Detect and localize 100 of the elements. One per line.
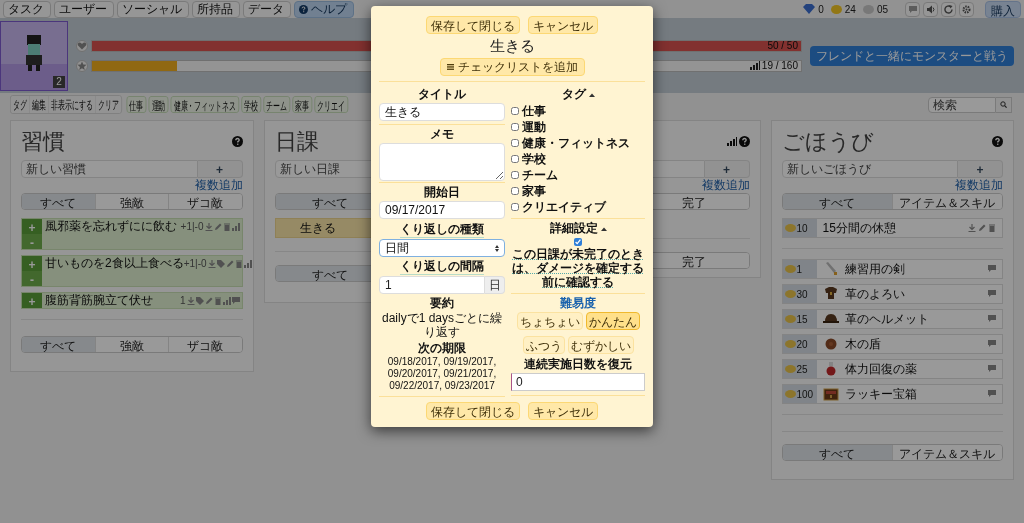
daily-title: 生きる <box>299 220 336 237</box>
repeat-select[interactable]: 日間 <box>379 239 505 257</box>
filter-tab[interactable]: アイテム＆スキル <box>891 445 1002 460</box>
reward-price: 25 <box>796 362 808 377</box>
filter-tab[interactable]: ザコ敵 <box>168 337 242 352</box>
tag-filter-button[interactable]: 仕事 <box>126 96 147 113</box>
tag-checkbox[interactable] <box>511 138 519 147</box>
interval-field[interactable]: 1 <box>379 276 485 294</box>
add-button[interactable]: + <box>197 160 243 178</box>
habit-score: +1|-0 <box>183 259 207 269</box>
save-close-button[interactable]: 保存して閉じる <box>426 16 520 34</box>
menu-button[interactable]: ソーシャル <box>117 0 189 18</box>
habit-score: +1|-0 <box>180 222 204 232</box>
tag-checkbox[interactable] <box>511 122 519 131</box>
coin-icon <box>784 224 796 232</box>
add-button[interactable]: + <box>958 160 1003 178</box>
bulk-add-link[interactable]: 複数追加 <box>955 176 1003 194</box>
field-label: メモ <box>430 127 454 142</box>
reward-title: 革のヘルメット <box>844 311 930 328</box>
comment-icon <box>988 290 996 298</box>
unit-label: 日 <box>485 276 505 294</box>
help-menu-button[interactable]: ヘルプ <box>294 0 354 18</box>
filter-action-button[interactable]: 編集 <box>29 96 49 113</box>
refresh-button[interactable] <box>941 1 956 17</box>
tag-filter-button[interactable]: 健康・フィットネス <box>170 96 240 113</box>
tag-filter-button[interactable]: 家事 <box>292 96 313 113</box>
tag-checkbox[interactable] <box>511 106 519 115</box>
menu-button[interactable]: ユーザー <box>54 0 114 18</box>
difficulty-button[interactable]: ちょちょい <box>516 312 583 330</box>
gear-icon <box>961 4 972 14</box>
party-button[interactable]: フレンドと一緒にモンスターと戦う <box>810 45 1014 66</box>
bulk-add-link[interactable]: 複数追加 <box>194 176 243 194</box>
difficulty-button[interactable]: かんたん <box>585 312 640 330</box>
streak-field[interactable]: 0 <box>511 373 645 391</box>
search-field[interactable]: 検索 <box>928 96 996 113</box>
coin-icon <box>830 4 842 14</box>
filter-action-button[interactable]: クリア <box>95 96 122 113</box>
settings-button[interactable] <box>959 1 974 17</box>
confirm-checkbox[interactable] <box>574 238 582 246</box>
column-title: ごほうび <box>781 127 874 156</box>
pencil-icon <box>213 223 222 231</box>
start-date-field[interactable]: 09/17/2017 <box>379 201 505 219</box>
tag-filter-button[interactable]: チーム <box>263 96 291 113</box>
add-checklist-button[interactable]: チェックリストを追加 <box>439 58 585 76</box>
coin-icon <box>784 315 796 323</box>
signal-bars-icon <box>222 297 231 305</box>
title-field[interactable]: 生きる <box>379 103 505 121</box>
chat-button[interactable] <box>905 1 920 17</box>
tag-checkbox[interactable] <box>511 154 519 163</box>
reward-title: 体力回復の薬 <box>844 361 918 378</box>
filter-tab[interactable]: すべて <box>782 445 892 460</box>
avatar-figure-drawing <box>26 34 42 71</box>
refresh-icon <box>943 4 954 14</box>
token-icon <box>862 4 874 14</box>
tag-label: チーム <box>522 166 558 184</box>
column-title: 習慣 <box>21 127 65 156</box>
new-habit-field[interactable]: 新しい習慣 <box>21 160 198 178</box>
coin-icon <box>784 290 796 298</box>
pencil-icon <box>225 260 234 268</box>
buy-button[interactable]: 購入 <box>985 0 1021 18</box>
reward-price: 10 <box>796 221 808 236</box>
cancel-button[interactable]: キャンセル <box>528 16 598 34</box>
menu-button[interactable]: データ <box>243 0 291 18</box>
level-badge: 2 <box>53 75 65 88</box>
trash-icon <box>213 297 222 305</box>
tag-filter-button[interactable]: 学校 <box>241 96 262 113</box>
section-heading: 詳細設定 <box>549 221 598 236</box>
gem-count: 0 <box>818 2 824 17</box>
tag-checkbox[interactable] <box>511 186 519 195</box>
list-icon <box>446 64 454 70</box>
filter-tab[interactable]: アイテム＆スキル <box>891 194 1002 209</box>
tag-checkbox[interactable] <box>511 202 519 211</box>
cancel-button[interactable]: キャンセル <box>528 402 598 420</box>
save-close-button[interactable]: 保存して閉じる <box>426 402 520 420</box>
filter-tab[interactable]: すべて <box>22 337 95 352</box>
difficulty-button[interactable]: ふつう <box>522 336 565 354</box>
notes-field[interactable] <box>379 143 505 181</box>
select-arrows-icon <box>495 244 499 252</box>
difficulty-button[interactable]: むずかしい <box>567 336 634 354</box>
filter-action-button[interactable]: 非表示にする <box>48 96 96 113</box>
filter-action-button[interactable]: タグ <box>10 96 30 113</box>
next-due-dates: 09/18/2017, 09/19/2017, 09/20/2017, 09/21/2017, 09/22/2017, 09/23/2017 <box>386 356 498 392</box>
add-button[interactable]: + <box>704 160 750 178</box>
menu-button[interactable]: 所持品 <box>192 0 240 18</box>
menu-button[interactable]: タスク <box>3 0 51 18</box>
tag-checkbox[interactable] <box>511 170 519 179</box>
coin-icon <box>784 390 796 398</box>
field-label: 要約 <box>430 296 454 311</box>
habit-title: 腹筋背筋腕立て伏せ <box>45 293 153 308</box>
signal-bars-icon <box>749 61 760 70</box>
filter-tab[interactable]: すべて <box>782 194 892 209</box>
tag-label: 運動 <box>522 118 546 136</box>
tag-filter-button[interactable]: クリエイ <box>314 96 349 113</box>
new-reward-field[interactable]: 新しいごほうび <box>781 160 958 178</box>
tag-filter-button[interactable]: 運動 <box>148 96 169 113</box>
sound-button[interactable] <box>923 1 938 17</box>
search-button[interactable] <box>996 96 1012 113</box>
filter-tab[interactable]: ザコ敵 <box>168 194 242 209</box>
filter-tab[interactable]: すべて <box>22 194 95 209</box>
bulk-add-link[interactable]: 複数追加 <box>701 176 750 194</box>
